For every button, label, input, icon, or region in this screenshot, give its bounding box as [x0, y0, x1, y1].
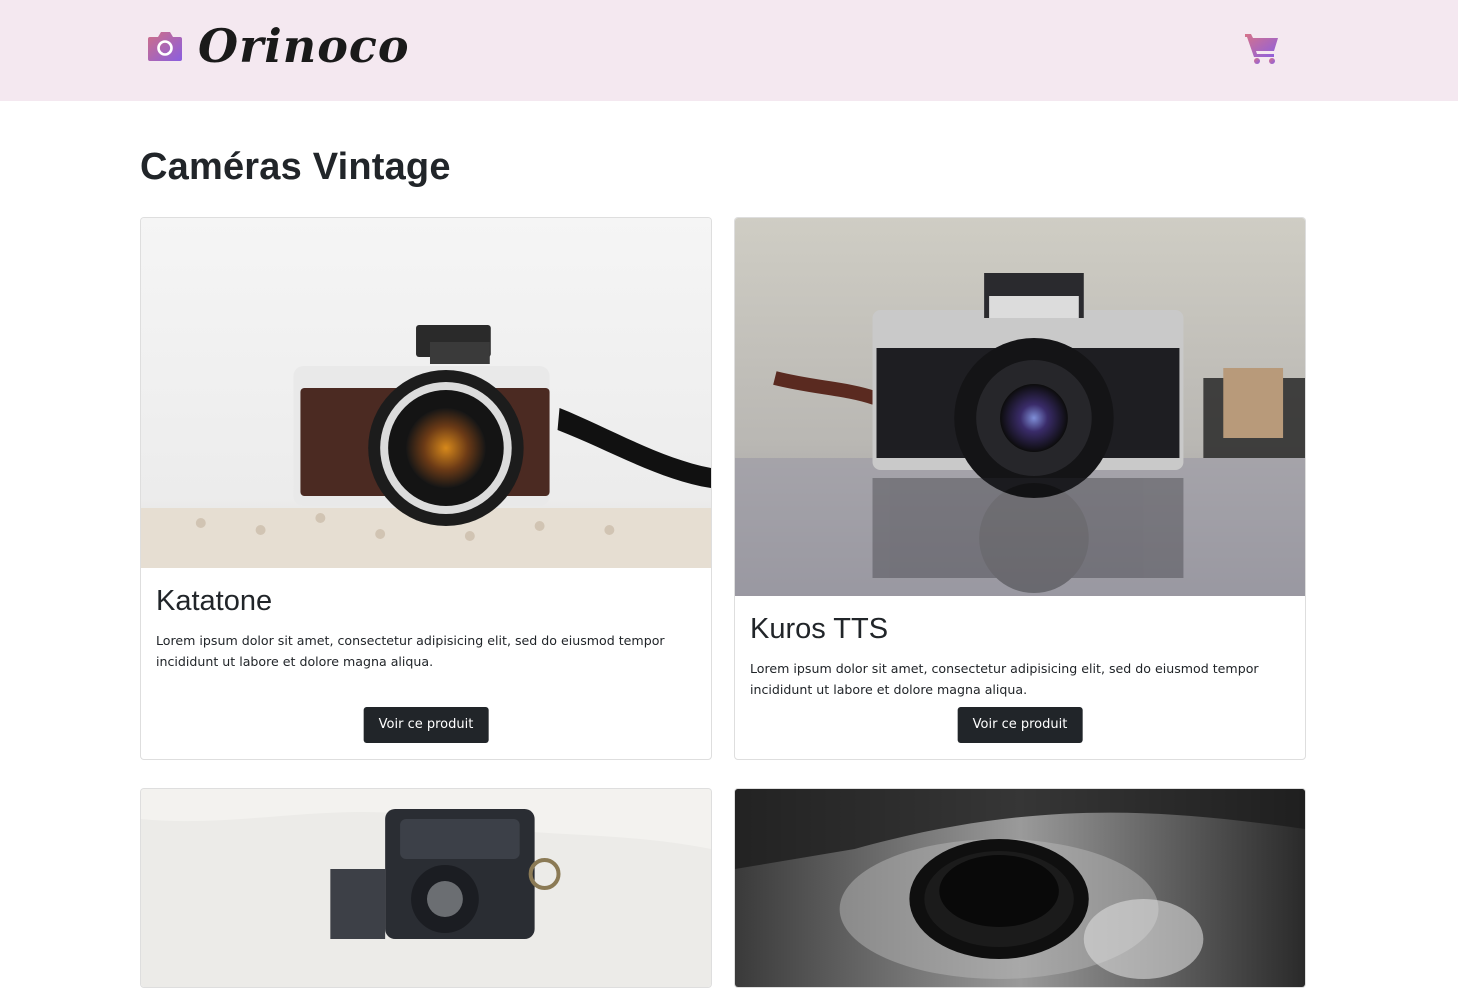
product-card: [734, 788, 1306, 988]
product-title: Katatone: [156, 585, 273, 617]
product-card: Katatone Lorem ipsum dolor sit amet, con…: [140, 217, 712, 760]
camera-logo-icon: [148, 32, 182, 61]
brand-text: Orinoco: [198, 19, 410, 73]
page-title: Caméras Vintage: [140, 146, 451, 188]
product-image[interactable]: [141, 789, 711, 987]
product-image[interactable]: [735, 218, 1305, 596]
view-product-button[interactable]: Voir ce produit: [363, 707, 489, 743]
shopping-cart-icon[interactable]: [1244, 31, 1280, 65]
product-description: Lorem ipsum dolor sit amet, consectetur …: [156, 633, 665, 669]
brand-link[interactable]: Orinoco: [146, 18, 410, 74]
view-product-button[interactable]: Voir ce produit: [957, 707, 1083, 743]
product-description: Lorem ipsum dolor sit amet, consectetur …: [750, 661, 1259, 697]
product-card: Kuros TTS Lorem ipsum dolor sit amet, co…: [734, 217, 1306, 760]
product-image[interactable]: [141, 218, 711, 568]
navbar: Orinoco: [0, 0, 1458, 101]
product-image[interactable]: [735, 789, 1305, 987]
product-title: Kuros TTS: [750, 613, 889, 645]
product-card: [140, 788, 712, 988]
